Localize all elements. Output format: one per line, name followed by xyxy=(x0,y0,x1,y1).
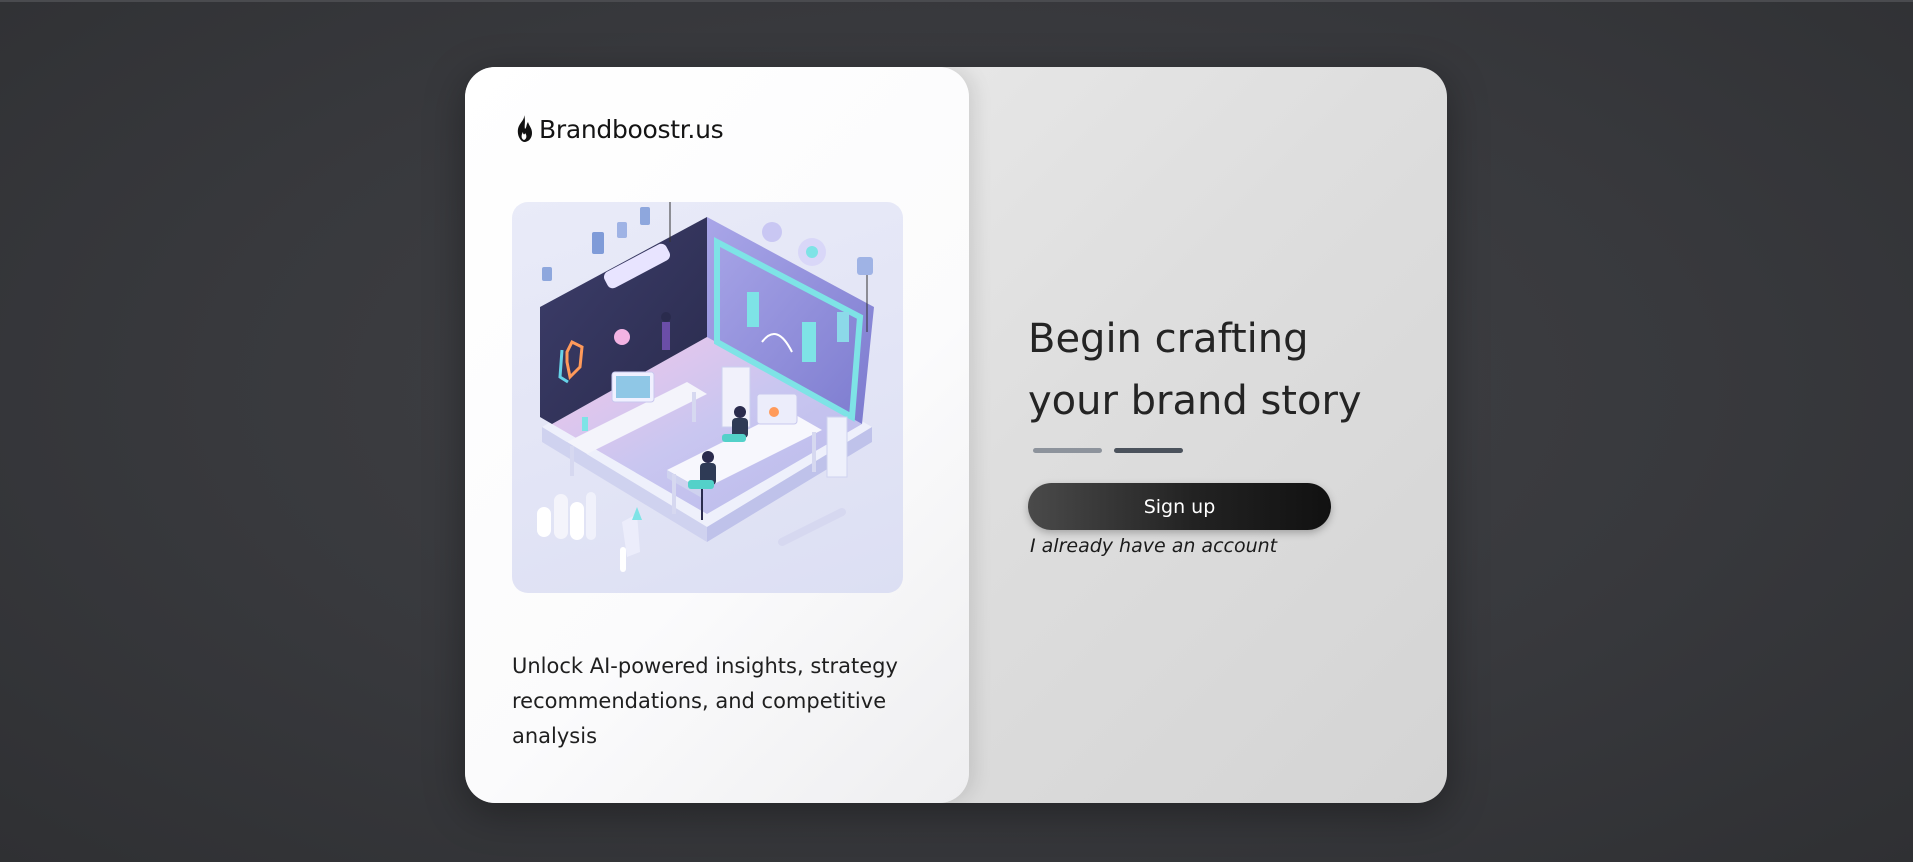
signup-section: Begin crafting your brand story Sign up … xyxy=(1028,308,1408,557)
signup-button[interactable]: Sign up xyxy=(1028,483,1331,530)
brand-logo: Brandboostr.us xyxy=(513,114,724,144)
flame-icon xyxy=(517,115,532,142)
login-link[interactable]: I already have an account xyxy=(1030,535,1277,557)
step-1-indicator xyxy=(1033,448,1102,453)
step-2-indicator xyxy=(1114,448,1183,453)
isometric-office-illustration xyxy=(512,202,903,593)
headline-line-1: Begin crafting xyxy=(1028,316,1309,362)
tagline: Unlock AI-powered insights, strategy rec… xyxy=(512,654,898,748)
step-indicator xyxy=(1033,448,1408,453)
brand-name: Brandboostr.us xyxy=(539,114,724,144)
page-title: Begin crafting your brand story xyxy=(1028,308,1408,432)
headline-line-2: your brand story xyxy=(1028,378,1362,424)
onboarding-card: Brandboostr.us Unlock AI-powered insight… xyxy=(465,67,1447,803)
top-border xyxy=(0,0,1913,2)
brand-panel: Brandboostr.us Unlock AI-powered insight… xyxy=(465,67,969,803)
